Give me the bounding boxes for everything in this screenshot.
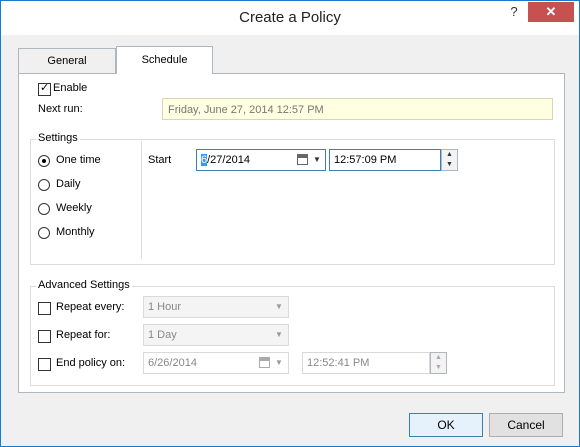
settings-divider (141, 141, 142, 259)
calendar-icon[interactable] (297, 154, 308, 165)
dialog-window: Create a Policy ? ✕ General Schedule Ena… (0, 0, 580, 447)
radio-weekly-label: Weekly (56, 202, 92, 214)
tab-general[interactable]: General (18, 48, 116, 73)
settings-group-label: Settings (36, 132, 80, 144)
repeat-for-value: 1 Day (148, 329, 177, 341)
end-policy-checkbox[interactable] (38, 358, 51, 371)
radio-weekly[interactable] (38, 203, 50, 215)
tab-schedule[interactable]: Schedule (116, 46, 213, 74)
repeat-for-checkbox[interactable] (38, 330, 51, 343)
close-button[interactable]: ✕ (528, 2, 574, 22)
end-time-field[interactable]: 12:52:41 PM (302, 352, 430, 374)
spin-down-icon[interactable]: ▼ (442, 160, 457, 170)
repeat-for-label: Repeat for: (56, 329, 111, 341)
repeat-every-checkbox[interactable] (38, 302, 51, 315)
chevron-down-icon[interactable]: ▼ (272, 353, 286, 373)
tab-strip: General Schedule (18, 46, 563, 74)
start-date-picker[interactable]: 6/27/2014 ▼ (196, 149, 326, 171)
radio-monthly-label: Monthly (56, 226, 95, 238)
chevron-down-icon[interactable]: ▼ (310, 150, 324, 170)
end-policy-label: End policy on: (56, 357, 126, 369)
radio-daily[interactable] (38, 179, 50, 191)
help-button[interactable]: ? (500, 2, 528, 22)
repeat-every-label: Repeat every: (56, 301, 125, 313)
calendar-icon[interactable] (259, 357, 270, 368)
spin-down-icon[interactable]: ▼ (431, 363, 446, 373)
repeat-for-select[interactable]: 1 Day ▼ (143, 324, 289, 346)
radio-one-time-label: One time (56, 154, 101, 166)
end-date-picker[interactable]: 6/26/2014 ▼ (143, 352, 289, 374)
next-run-label: Next run: (38, 103, 83, 115)
enable-label: Enable (53, 82, 88, 94)
repeat-every-value: 1 Hour (148, 301, 182, 313)
cancel-button[interactable]: Cancel (489, 413, 563, 437)
radio-daily-label: Daily (56, 178, 81, 190)
chevron-down-icon[interactable]: ▼ (272, 325, 286, 345)
start-time-field[interactable]: 12:57:09 PM (329, 149, 441, 171)
end-date-value: 6/26/2014 (148, 357, 197, 369)
window-title: Create a Policy (239, 9, 341, 26)
ok-button[interactable]: OK (409, 413, 483, 437)
radio-monthly[interactable] (38, 227, 50, 239)
enable-checkbox[interactable] (38, 81, 51, 96)
next-run-field: Friday, June 27, 2014 12:57 PM (162, 98, 553, 120)
end-time-spinner[interactable]: ▲ ▼ (430, 352, 447, 374)
radio-one-time[interactable] (38, 155, 50, 167)
start-label: Start (148, 154, 172, 166)
start-time-spinner[interactable]: ▲ ▼ (441, 149, 458, 171)
chevron-down-icon[interactable]: ▼ (272, 297, 286, 317)
title-bar: Create a Policy ? ✕ (1, 1, 579, 35)
repeat-every-select[interactable]: 1 Hour ▼ (143, 296, 289, 318)
advanced-settings-label: Advanced Settings (36, 279, 132, 291)
start-date-value: /27/2014 (207, 154, 250, 166)
